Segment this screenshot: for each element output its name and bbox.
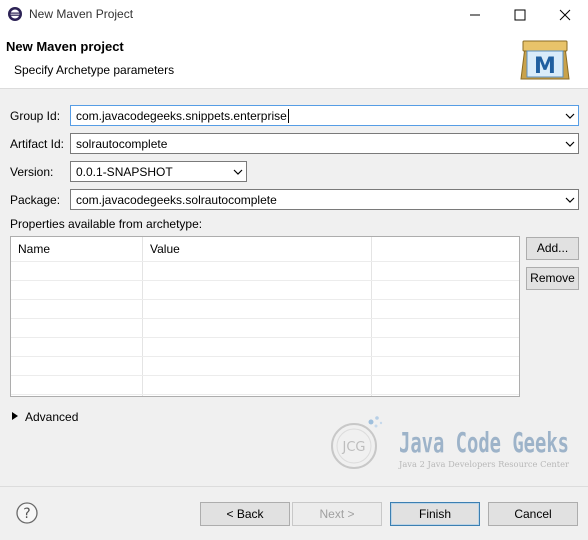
maven-logo-icon: M: [520, 40, 570, 80]
properties-label: Properties available from archetype:: [10, 217, 203, 231]
text-caret: [287, 109, 289, 123]
artifact-id-value: solrautocomplete: [76, 137, 168, 151]
java-code-geeks-logo: JCG Java Code Geeks Java 2 Java Develope…: [331, 416, 569, 469]
group-id-value: com.javacodegeeks.snippets.enterprise: [76, 109, 287, 123]
advanced-section-label[interactable]: Advanced: [25, 410, 78, 424]
wizard-title: New Maven project: [6, 39, 124, 54]
close-button[interactable]: [542, 0, 587, 29]
svg-text:?: ?: [23, 506, 30, 522]
close-icon: [559, 9, 570, 20]
add-property-button[interactable]: Add...: [526, 237, 579, 260]
artifact-id-label: Artifact Id:: [10, 137, 65, 151]
package-value: com.javacodegeeks.solrautocomplete: [76, 193, 277, 207]
row-divider: [11, 375, 519, 376]
footer-divider: [0, 486, 588, 487]
row-divider: [11, 356, 519, 357]
row-divider: [11, 261, 519, 262]
cancel-button-label: Cancel: [514, 507, 552, 521]
row-divider: [11, 299, 519, 300]
group-id-combo[interactable]: com.javacodegeeks.snippets.enterprise: [70, 105, 579, 126]
chevron-down-icon[interactable]: [565, 111, 575, 121]
remove-property-button[interactable]: Remove: [526, 267, 579, 290]
chevron-down-icon[interactable]: [565, 195, 575, 205]
package-combo[interactable]: com.javacodegeeks.solrautocomplete: [70, 189, 579, 210]
artifact-id-combo[interactable]: solrautocomplete: [70, 133, 579, 154]
title-bar: New Maven Project: [0, 0, 588, 29]
column-header-value[interactable]: Value: [143, 237, 372, 261]
next-button-label: Next >: [319, 507, 355, 521]
version-combo[interactable]: 0.0.1-SNAPSHOT: [70, 161, 247, 182]
wizard-subtitle: Specify Archetype parameters: [14, 63, 175, 77]
chevron-down-icon[interactable]: [565, 139, 575, 149]
minimize-button[interactable]: [452, 0, 497, 29]
wizard-header: New Maven project Specify Archetype para…: [0, 29, 588, 89]
jcg-tagline-text: Java 2 Java Developers Resource Center: [398, 460, 569, 469]
back-button-label: < Back: [226, 507, 264, 521]
jcg-name-text: Java Code Geeks: [399, 426, 569, 459]
eclipse-app-icon: [8, 7, 22, 21]
finish-button-label: Finish: [418, 507, 451, 521]
row-divider: [11, 318, 519, 319]
finish-button[interactable]: Finish: [390, 502, 480, 526]
row-divider: [11, 394, 519, 395]
minimize-icon: [469, 14, 480, 15]
window-title: New Maven Project: [29, 7, 134, 21]
properties-table[interactable]: Name Value: [10, 236, 520, 397]
row-divider: [11, 337, 519, 338]
expand-arrow-icon[interactable]: [12, 412, 18, 420]
column-header-name[interactable]: Name: [11, 237, 143, 261]
maximize-button[interactable]: [497, 0, 542, 29]
package-label: Package:: [10, 193, 61, 207]
jcg-badge-text: JCG: [342, 440, 366, 455]
version-label: Version:: [10, 165, 54, 179]
chevron-down-icon[interactable]: [233, 167, 243, 177]
version-value: 0.0.1-SNAPSHOT: [76, 165, 173, 179]
maven-logo-letter: M: [534, 54, 556, 79]
back-button[interactable]: < Back: [200, 502, 290, 526]
group-id-label: Group Id:: [10, 109, 61, 123]
maximize-icon: [514, 9, 525, 20]
help-icon[interactable]: ?: [16, 502, 38, 524]
row-divider: [11, 280, 519, 281]
cancel-button[interactable]: Cancel: [488, 502, 578, 526]
next-button[interactable]: Next >: [292, 502, 382, 526]
